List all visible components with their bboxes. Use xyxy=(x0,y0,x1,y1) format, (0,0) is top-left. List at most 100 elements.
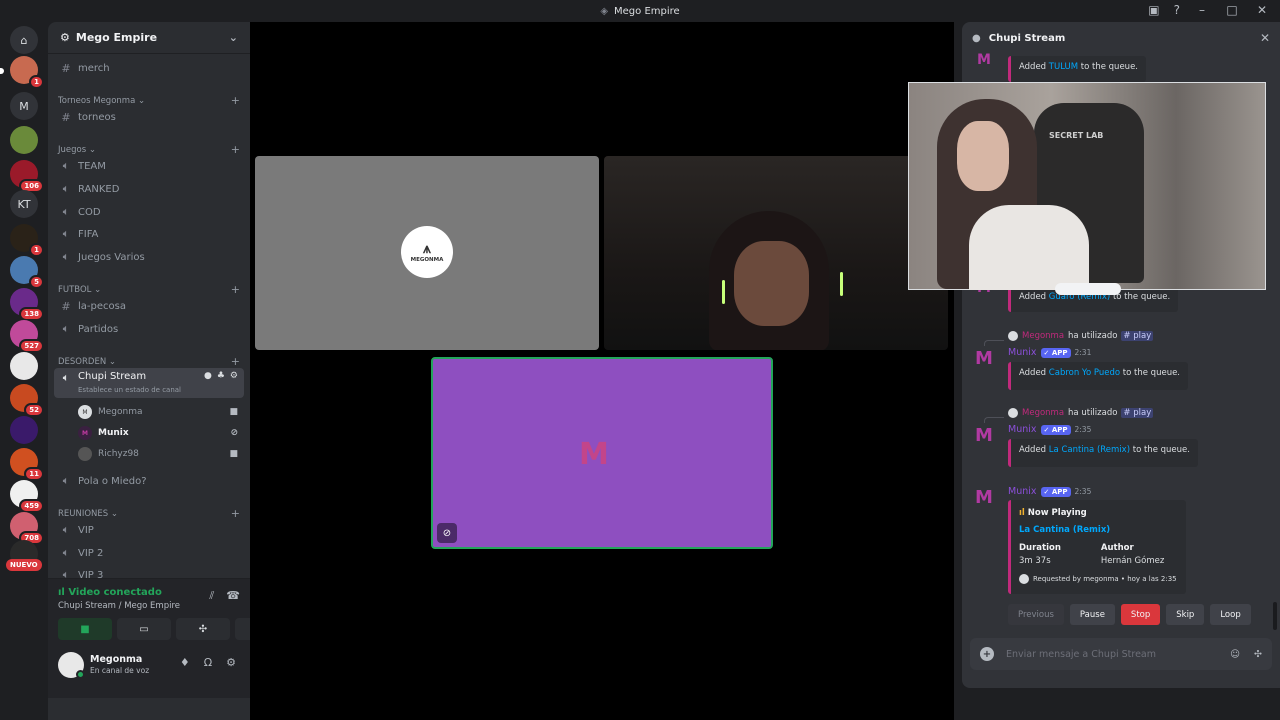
voice-channel-icon: 🔈︎ xyxy=(62,205,70,218)
channel-pola[interactable]: 🔈︎ Pola o Miedo? xyxy=(54,471,244,491)
server-icon[interactable]: 11 xyxy=(10,448,44,481)
bot-avatar[interactable]: M xyxy=(970,483,998,511)
server-icon[interactable]: 527 xyxy=(10,320,44,353)
bot-name[interactable]: Munix xyxy=(1008,424,1037,435)
text-channel-icon: # xyxy=(61,61,71,75)
server-icon[interactable]: 1 xyxy=(10,56,44,89)
invite-icon[interactable]: ♣ xyxy=(217,371,225,381)
screen-share-button[interactable]: ▭ xyxy=(117,618,171,640)
channel-partidos[interactable]: 🔈︎ Partidos xyxy=(54,319,244,339)
picture-in-picture-video[interactable]: SECRET LAB xyxy=(908,82,1266,295)
inbox-icon[interactable]: ▣ xyxy=(1148,3,1159,17)
headphones-icon[interactable]: Ω xyxy=(204,656,212,669)
help-icon[interactable]: ? xyxy=(1174,3,1180,17)
channel-torneos[interactable]: # torneos xyxy=(54,107,244,127)
server-header[interactable]: ⚙ Mego Empire ⌄ xyxy=(48,22,250,54)
category-reuniones[interactable]: REUNIONES ⌄ + xyxy=(58,507,240,520)
server-icon[interactable]: 138 xyxy=(10,288,44,321)
channel-chupi-stream[interactable]: 🔈︎ Chupi Stream ● ♣ ⚙ Establece un estado … xyxy=(54,368,244,398)
user-name[interactable]: Megonma xyxy=(90,654,142,665)
stop-button[interactable]: Stop xyxy=(1120,604,1161,625)
loop-button[interactable]: Loop xyxy=(1210,604,1251,625)
channel-vip[interactable]: 🔈︎ VIP xyxy=(54,520,244,540)
channel-cod[interactable]: 🔈︎ COD xyxy=(54,202,244,222)
server-icon-active[interactable] xyxy=(10,352,38,380)
channel-la-pecosa[interactable]: # la-pecosa xyxy=(54,296,244,316)
chat-bubble-icon[interactable]: ● xyxy=(204,371,212,381)
close-window-button[interactable]: ✕ xyxy=(1254,3,1270,17)
disconnect-icon[interactable]: ☎ xyxy=(226,589,240,603)
server-icon[interactable]: 5 xyxy=(10,256,44,289)
pause-button[interactable]: Pause xyxy=(1069,604,1115,625)
channel-vip2[interactable]: 🔈︎ VIP 2 xyxy=(54,543,244,563)
voice-member[interactable]: M Munix ⊘ xyxy=(78,424,238,442)
category-futbol[interactable]: FUTBOL ⌄ + xyxy=(58,283,240,296)
add-channel-icon[interactable]: + xyxy=(231,143,240,156)
chevron-down-icon: ⌄ xyxy=(94,284,102,295)
bot-name[interactable]: Munix xyxy=(1008,347,1037,358)
discord-home-icon[interactable]: ⌂ xyxy=(10,26,38,54)
invoker-name[interactable]: Megonma xyxy=(1022,408,1064,418)
bot-avatar[interactable]: M xyxy=(970,421,998,449)
song-link[interactable]: TULUM xyxy=(1049,62,1078,72)
add-attachment-icon[interactable]: + xyxy=(980,647,994,661)
pip-resize-handle[interactable] xyxy=(1055,283,1121,295)
channel-fifa[interactable]: 🔈︎ FIFA xyxy=(54,224,244,244)
server-icon[interactable]: 1 xyxy=(10,224,44,257)
message-input[interactable]: Enviar mensaje a Chupi Stream xyxy=(1006,649,1156,660)
server-letter[interactable]: M xyxy=(10,92,38,120)
minimize-button[interactable]: – xyxy=(1194,3,1210,17)
server-icon[interactable] xyxy=(10,126,38,154)
add-channel-icon[interactable]: + xyxy=(231,507,240,520)
server-icon[interactable]: 708 xyxy=(10,512,44,545)
server-icon[interactable]: 459 xyxy=(10,480,44,513)
channel-ranked[interactable]: 🔈︎ RANKED xyxy=(54,179,244,199)
channel-juegos-varios[interactable]: 🔈︎ Juegos Varios xyxy=(54,247,244,267)
voice-member[interactable]: M Megonma ■ xyxy=(78,403,238,421)
microphone-icon[interactable]: ♦ xyxy=(180,656,190,669)
category-juegos[interactable]: Juegos ⌄ + xyxy=(58,143,240,156)
now-playing-song[interactable]: La Cantina (Remix) xyxy=(1019,525,1178,535)
scrollbar[interactable] xyxy=(1273,602,1277,630)
maximize-button[interactable]: □ xyxy=(1224,3,1240,17)
bot-avatar[interactable]: M xyxy=(970,344,998,372)
video-tile-megonma[interactable]: ⩚ MEGONMA xyxy=(255,156,599,350)
activities-button[interactable]: ✣ xyxy=(176,618,230,640)
close-icon[interactable]: ✕ xyxy=(1260,31,1270,45)
voice-location[interactable]: Chupi Stream / Mego Empire xyxy=(58,601,180,611)
camera-button[interactable]: ■ xyxy=(58,618,112,640)
voice-channel-icon: 🔈︎ xyxy=(62,371,70,384)
add-channel-icon[interactable]: + xyxy=(231,94,240,107)
noise-suppression-icon[interactable]: ⫽ xyxy=(209,589,214,603)
voice-member[interactable]: Richyz98 ■ xyxy=(78,445,238,463)
video-tile-munix[interactable]: M ⊘ xyxy=(431,357,773,549)
song-link[interactable]: Cabron Yo Puedo xyxy=(1049,368,1120,378)
bot-name[interactable]: Munix xyxy=(1008,486,1037,497)
category-desorden[interactable]: DESORDEN ⌄ + xyxy=(58,355,240,368)
skip-button[interactable]: Skip xyxy=(1166,604,1205,625)
add-channel-icon[interactable]: + xyxy=(231,283,240,296)
add-channel-icon[interactable]: + xyxy=(231,355,240,368)
command-chip[interactable]: # play xyxy=(1121,408,1154,418)
gear-icon[interactable]: ⚙ xyxy=(230,371,238,381)
app-label: APP xyxy=(1051,348,1068,357)
voice-channel-icon: 🔈︎ xyxy=(62,159,70,172)
channel-team[interactable]: 🔈︎ TEAM xyxy=(54,156,244,176)
previous-button[interactable]: Previous xyxy=(1008,604,1064,625)
server-icon[interactable]: 106 xyxy=(10,160,44,193)
server-icon[interactable] xyxy=(10,416,38,444)
emoji-icon[interactable]: ☺ xyxy=(1230,649,1240,660)
invoker-name[interactable]: Megonma xyxy=(1022,331,1064,341)
song-link[interactable]: La Cantina (Remix) xyxy=(1049,445,1130,455)
server-icon[interactable]: 52 xyxy=(10,384,44,417)
command-chip[interactable]: # play xyxy=(1121,331,1154,341)
message-composer[interactable]: + Enviar mensaje a Chupi Stream ☺ ✣ xyxy=(970,638,1272,670)
gear-icon[interactable]: ⚙ xyxy=(226,656,236,669)
channel-merch[interactable]: # merch xyxy=(54,58,244,78)
category-torneos[interactable]: Torneos Megonma ⌄ + xyxy=(58,94,240,107)
video-tile-richyz98[interactable] xyxy=(604,156,948,350)
apps-icon[interactable]: ✣ xyxy=(1254,649,1262,660)
bot-avatar[interactable]: M xyxy=(970,46,998,74)
server-letter[interactable]: KT xyxy=(10,190,38,218)
channel-status[interactable]: Establece un estado de canal xyxy=(78,386,181,394)
